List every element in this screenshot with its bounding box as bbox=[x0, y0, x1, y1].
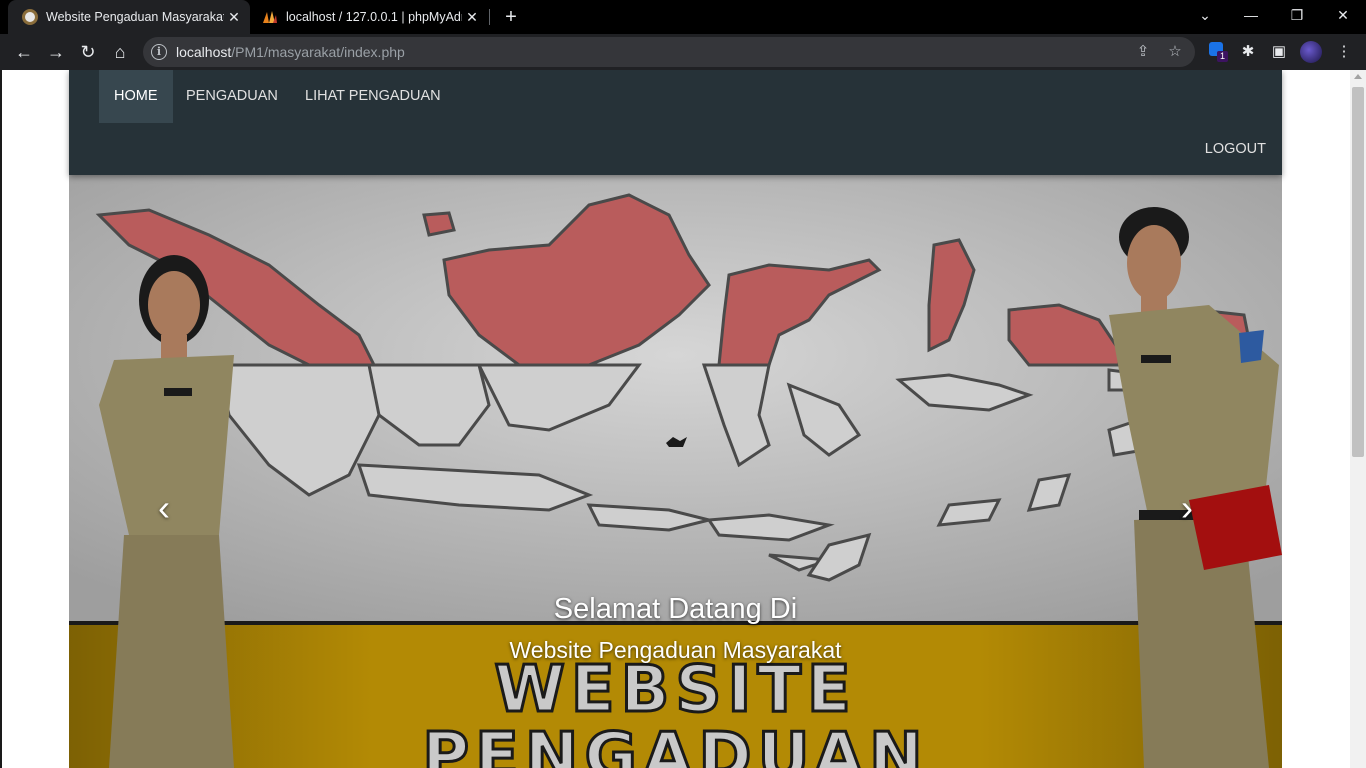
page-container: HOME PENGADUAN LIHAT PENGADUAN LOGOUT ‹ … bbox=[69, 70, 1282, 768]
profile-avatar[interactable] bbox=[1300, 41, 1322, 63]
menu-kebab-icon[interactable]: ⋮ bbox=[1333, 41, 1355, 63]
hero-carousel: ‹ › WEBSITE PENGADUAN Selamat Datang Di … bbox=[69, 175, 1282, 768]
address-bar[interactable]: i localhost/PM1/masyarakat/index.php ⇪ ☆ bbox=[143, 37, 1195, 67]
chevron-left-icon: ‹ bbox=[158, 487, 170, 528]
extensions-puzzle-icon[interactable]: ✱ bbox=[1237, 41, 1259, 63]
browser-toolbar: ← → ↻ ⌂ i localhost/PM1/masyarakat/index… bbox=[0, 34, 1366, 70]
extension-icon[interactable]: 1 bbox=[1205, 41, 1228, 63]
address-url[interactable]: localhost/PM1/masyarakat/index.php bbox=[176, 44, 405, 60]
tab-separator bbox=[489, 9, 490, 25]
banner-line-2: PENGADUAN bbox=[421, 719, 929, 768]
tab-title: localhost / 127.0.0.1 | phpMyAdmin bbox=[286, 10, 462, 24]
phpmyadmin-favicon-icon bbox=[262, 9, 278, 25]
scroll-up-icon[interactable] bbox=[1354, 74, 1362, 79]
tab-website-pengaduan[interactable]: Website Pengaduan Masyarakat ✕ bbox=[8, 0, 250, 34]
nav-lihat-pengaduan[interactable]: LIHAT PENGADUAN bbox=[290, 70, 456, 123]
banner-line-1: WEBSITE bbox=[493, 652, 857, 729]
logout-link[interactable]: LOGOUT bbox=[1205, 123, 1266, 175]
nav-home[interactable]: HOME bbox=[99, 70, 173, 123]
close-tab-icon[interactable]: ✕ bbox=[462, 9, 482, 26]
restore-button[interactable]: ❐ bbox=[1274, 0, 1320, 30]
back-icon[interactable]: ← bbox=[12, 40, 36, 64]
site-navbar: HOME PENGADUAN LIHAT PENGADUAN LOGOUT bbox=[69, 70, 1282, 175]
home-icon[interactable]: ⌂ bbox=[108, 40, 132, 64]
new-tab-button[interactable]: + bbox=[500, 4, 522, 30]
carousel-next-button[interactable]: › bbox=[1172, 488, 1202, 528]
carousel-caption-text: Website Pengaduan Masyarakat bbox=[509, 637, 842, 663]
scrollbar-thumb[interactable] bbox=[1352, 87, 1364, 457]
page-scrollbar[interactable] bbox=[1350, 70, 1366, 768]
carousel-prev-button[interactable]: ‹ bbox=[149, 488, 179, 528]
tab-phpmyadmin[interactable]: localhost / 127.0.0.1 | phpMyAdmin ✕ bbox=[256, 0, 488, 34]
browser-tab-bar: Website Pengaduan Masyarakat ✕ localhost… bbox=[0, 0, 1366, 34]
extension-badge: 1 bbox=[1217, 51, 1228, 62]
bookmark-star-icon[interactable]: ☆ bbox=[1165, 42, 1185, 62]
reload-icon[interactable]: ↻ bbox=[76, 40, 100, 64]
page-viewport: HOME PENGADUAN LIHAT PENGADUAN LOGOUT ‹ … bbox=[0, 70, 1366, 768]
chevron-right-icon: › bbox=[1181, 487, 1193, 528]
forward-icon[interactable]: → bbox=[44, 40, 68, 64]
site-info-icon[interactable]: i bbox=[151, 44, 167, 60]
minimize-button[interactable]: — bbox=[1228, 0, 1274, 30]
site-favicon-icon bbox=[22, 9, 38, 25]
tab-search-icon[interactable]: ⌄ bbox=[1182, 0, 1228, 30]
close-window-button[interactable]: ✕ bbox=[1320, 0, 1366, 30]
close-tab-icon[interactable]: ✕ bbox=[224, 9, 244, 26]
nav-pengaduan[interactable]: PENGADUAN bbox=[171, 70, 293, 123]
tab-title: Website Pengaduan Masyarakat bbox=[46, 10, 224, 24]
share-icon[interactable]: ⇪ bbox=[1133, 42, 1153, 62]
window-edge bbox=[0, 70, 2, 768]
side-panel-icon[interactable]: ▣ bbox=[1268, 41, 1290, 63]
carousel-caption-heading: Selamat Datang Di bbox=[553, 593, 798, 625]
